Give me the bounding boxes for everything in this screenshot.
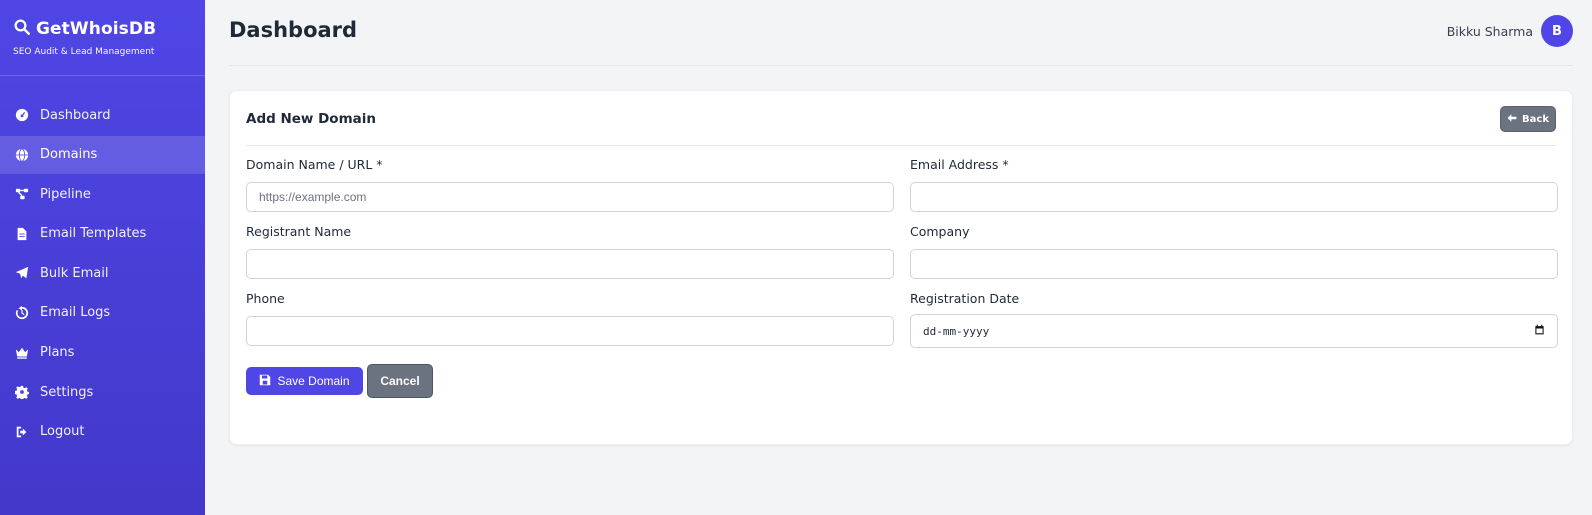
sidebar-nav: Dashboard Domains Pipeline Email Templat…: [0, 96, 205, 451]
sidebar-item-label: Email Logs: [40, 305, 111, 321]
sidebar-item-label: Bulk Email: [40, 265, 109, 281]
sidebar-item-label: Pipeline: [40, 186, 91, 202]
user-name: Bikku Sharma: [1446, 23, 1533, 39]
domain-placeholder: https://example.com: [259, 190, 367, 204]
calendar-icon[interactable]: [1534, 324, 1545, 338]
registrant-field-group: Registrant Name: [246, 224, 894, 279]
logout-icon: [14, 424, 30, 440]
brand-title[interactable]: GetWhoisDB: [36, 19, 156, 39]
email-label: Email Address *: [910, 157, 1009, 172]
phone-field-group: Phone: [246, 291, 894, 348]
phone-label: Phone: [246, 291, 285, 306]
back-button[interactable]: Back: [1500, 106, 1556, 132]
domain-input[interactable]: https://example.com: [246, 182, 894, 212]
domain-field-group: Domain Name / URL * https://example.com: [246, 157, 894, 212]
save-domain-button[interactable]: Save Domain: [246, 367, 363, 395]
file-icon: [14, 226, 30, 242]
history-icon: [14, 305, 30, 321]
company-field-group: Company: [910, 224, 1558, 279]
sidebar-item-settings[interactable]: Settings: [0, 373, 205, 411]
email-input[interactable]: [910, 182, 1558, 212]
domain-label: Domain Name / URL *: [246, 157, 383, 172]
sidebar-item-domains[interactable]: Domains: [0, 135, 205, 174]
crown-icon: [14, 345, 30, 361]
sidebar-item-bulk-email[interactable]: Bulk Email: [0, 254, 205, 292]
sidebar-item-label: Dashboard: [40, 107, 111, 123]
globe-icon: [14, 147, 30, 163]
sidebar: GetWhoisDB SEO Audit & Lead Management D…: [0, 0, 205, 515]
arrow-left-icon: [1507, 113, 1517, 126]
domain-form: Domain Name / URL * https://example.com …: [246, 157, 1558, 398]
brand-subtitle: SEO Audit & Lead Management: [13, 47, 155, 57]
company-input[interactable]: [910, 249, 1558, 279]
registration-date-value: dd-mm-yyyy: [923, 324, 990, 338]
top-bar: Dashboard Bikku Sharma B: [229, 0, 1573, 66]
sidebar-item-plans[interactable]: Plans: [0, 334, 205, 372]
sidebar-item-label: Plans: [40, 345, 75, 361]
sidebar-item-pipeline[interactable]: Pipeline: [0, 175, 205, 213]
registration-date-field-group: Registration Date dd-mm-yyyy: [910, 291, 1558, 348]
registrant-label: Registrant Name: [246, 224, 352, 239]
sidebar-item-email-templates[interactable]: Email Templates: [0, 215, 205, 253]
card-title: Add New Domain: [246, 111, 376, 127]
registrant-input[interactable]: [246, 249, 894, 279]
email-field-group: Email Address *: [910, 157, 1558, 212]
sidebar-item-logout[interactable]: Logout: [0, 413, 205, 451]
back-button-label: Back: [1522, 113, 1549, 125]
avatar[interactable]: B: [1541, 15, 1573, 47]
sidebar-item-label: Email Templates: [40, 226, 147, 242]
phone-input[interactable]: [246, 316, 894, 346]
cancel-button[interactable]: Cancel: [367, 364, 433, 398]
registration-date-label: Registration Date: [910, 291, 1020, 306]
paper-plane-icon: [14, 265, 30, 281]
form-actions: Save Domain Cancel: [246, 364, 1558, 398]
save-icon: [259, 374, 271, 389]
sidebar-item-email-logs[interactable]: Email Logs: [0, 294, 205, 332]
card-header: Add New Domain Back: [246, 91, 1556, 146]
gear-icon: [14, 384, 30, 400]
search-icon: [13, 18, 31, 40]
sidebar-item-label: Domains: [40, 147, 98, 163]
sidebar-item-label: Logout: [40, 424, 85, 440]
gauge-icon: [14, 107, 30, 123]
sidebar-item-dashboard[interactable]: Dashboard: [0, 96, 205, 134]
sidebar-item-label: Settings: [40, 384, 94, 400]
save-domain-label: Save Domain: [277, 374, 350, 388]
company-label: Company: [910, 224, 970, 239]
add-domain-card: Add New Domain Back Domain Name / URL * …: [229, 90, 1573, 445]
pipeline-icon: [14, 186, 30, 202]
brand: GetWhoisDB SEO Audit & Lead Management: [0, 0, 205, 76]
user-menu[interactable]: Bikku Sharma B: [1447, 15, 1573, 47]
page-title: Dashboard: [229, 18, 358, 42]
registration-date-input[interactable]: dd-mm-yyyy: [910, 314, 1558, 348]
